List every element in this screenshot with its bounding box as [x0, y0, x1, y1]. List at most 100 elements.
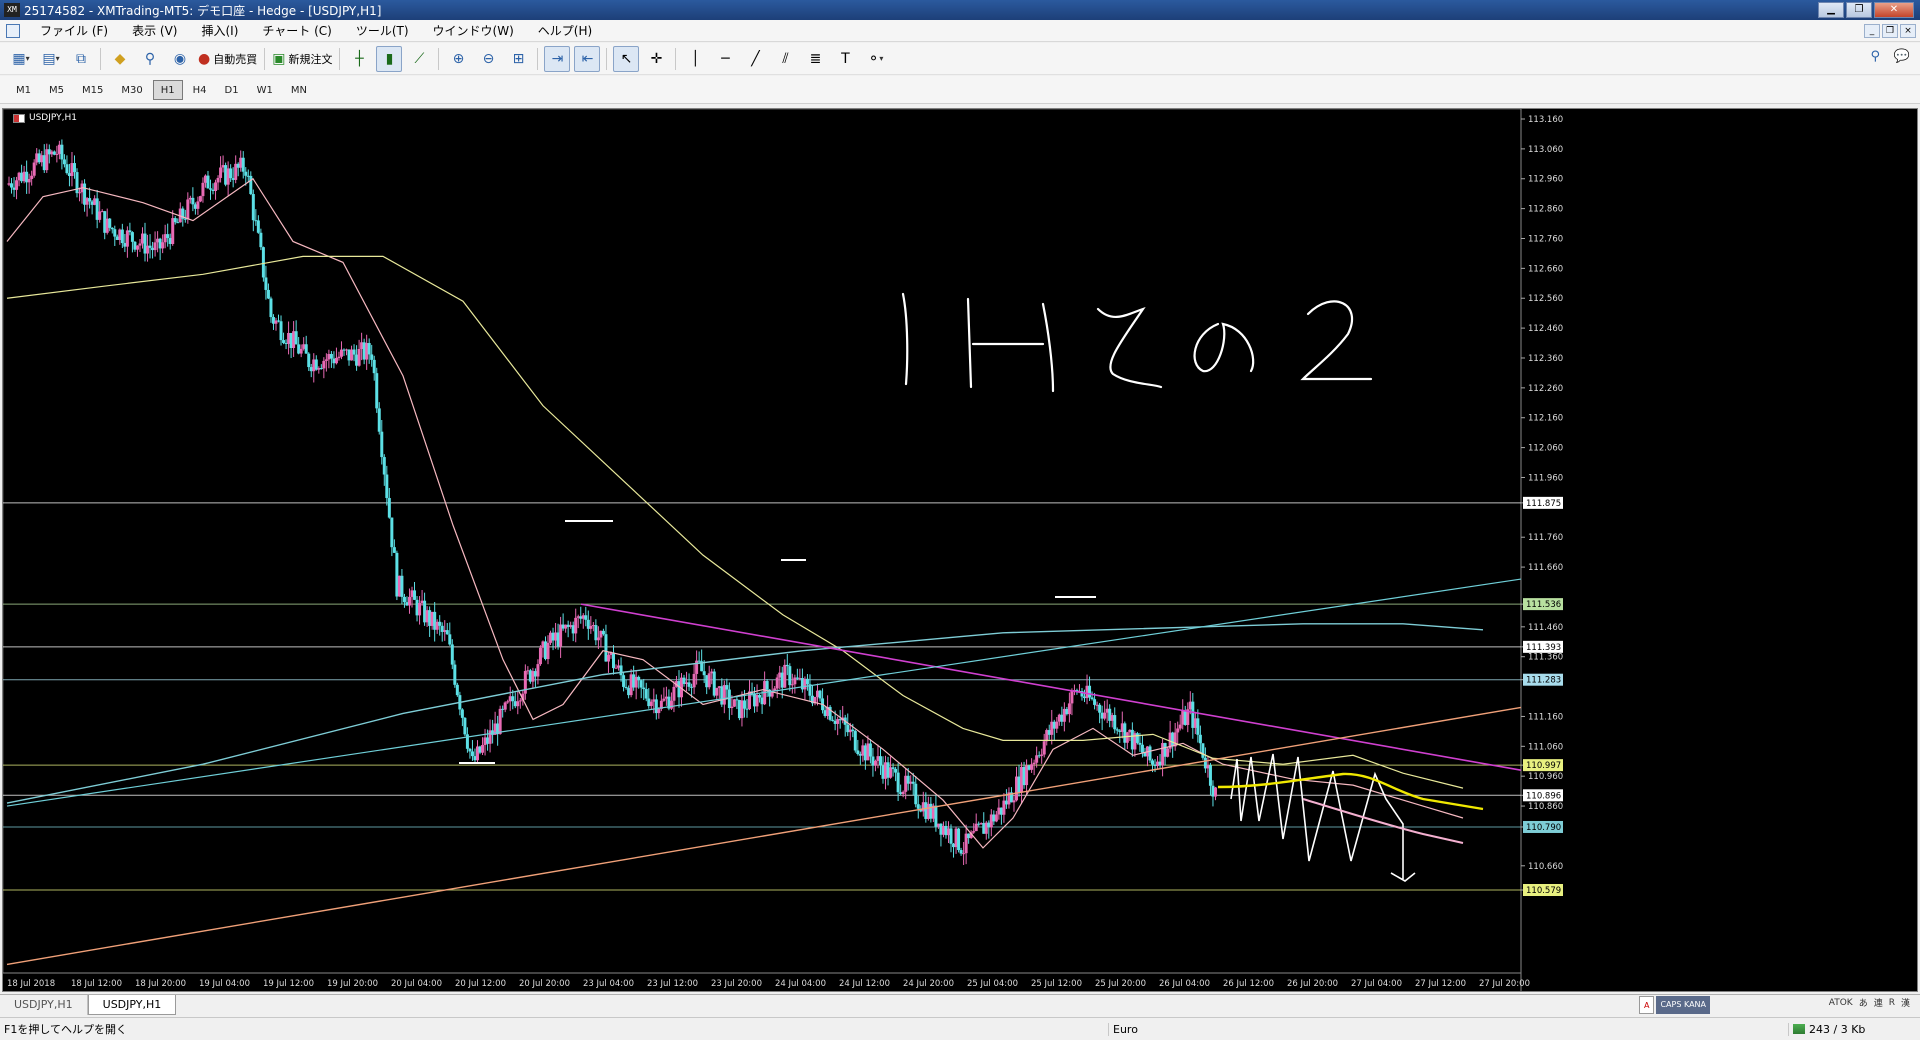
- candle-body: [873, 760, 877, 766]
- candle-body: [266, 289, 270, 299]
- search-icon[interactable]: ⚲: [1870, 49, 1880, 64]
- menu-insert[interactable]: 挿入(I): [189, 22, 250, 39]
- tf-m15[interactable]: M15: [74, 80, 111, 100]
- text-button[interactable]: T: [832, 46, 858, 72]
- candle-body: [962, 853, 966, 855]
- candle-body: [783, 664, 787, 688]
- ime-conversion[interactable]: 連: [1874, 996, 1883, 1009]
- signals-button[interactable]: ◉: [167, 46, 193, 72]
- candle-body: [506, 701, 510, 703]
- crosshair-button[interactable]: ✛: [643, 46, 669, 72]
- tf-m5[interactable]: M5: [41, 80, 72, 100]
- mdi-minimize-button[interactable]: _: [1864, 24, 1880, 38]
- price-chart[interactable]: 113.160 113.060 112.960 112.860 112.760 112.6…: [3, 109, 1917, 991]
- chat-icon[interactable]: 💬: [1894, 49, 1910, 64]
- title-bar: XM 25174582 - XMTrading-MT5: デモ口座 - Hedg…: [0, 0, 1920, 20]
- chart-tab-2[interactable]: USDJPY,H1: [87, 995, 177, 1015]
- price-tick-label: 110.660: [1528, 862, 1563, 872]
- tf-w1[interactable]: W1: [249, 80, 281, 100]
- menu-chart[interactable]: チャート (C): [250, 22, 343, 39]
- shapes-button[interactable]: ⚬ ▾: [862, 46, 888, 72]
- chart-window[interactable]: 113.160 113.060 112.960 112.860 112.760 112.6…: [2, 108, 1918, 992]
- menu-tools[interactable]: ツール(T): [344, 22, 421, 39]
- candle-body: [994, 814, 998, 822]
- tf-m1[interactable]: M1: [8, 80, 39, 100]
- candle-body: [1178, 724, 1182, 729]
- candle-body: [1055, 721, 1059, 729]
- bar-chart-button[interactable]: ┼: [346, 46, 372, 72]
- ime-mode[interactable]: あ: [1859, 996, 1868, 1009]
- candle-body: [294, 331, 298, 345]
- chart-tab-1[interactable]: USDJPY,H1: [0, 995, 88, 1015]
- minimize-button[interactable]: ▁: [1818, 2, 1844, 18]
- candle-body: [445, 630, 449, 635]
- ime-atok[interactable]: ATOK: [1829, 998, 1853, 1008]
- tf-m30[interactable]: M30: [113, 80, 150, 100]
- tile-windows-button[interactable]: ⊞: [505, 46, 531, 72]
- ime-status-icon[interactable]: CAPS KANA: [1656, 996, 1710, 1014]
- candle-body: [503, 702, 507, 710]
- zoom-in-button[interactable]: ⊕: [445, 46, 471, 72]
- candle-body: [818, 690, 822, 699]
- horizontal-line-button[interactable]: ─: [712, 46, 738, 72]
- candle-body: [125, 230, 129, 247]
- new-order-button[interactable]: ▣ 新規注文: [271, 46, 333, 72]
- candle-body: [463, 717, 467, 735]
- ime-kanji[interactable]: 漢: [1901, 996, 1910, 1009]
- document-icon[interactable]: [6, 23, 20, 38]
- menu-window[interactable]: ウインドウ(W): [421, 22, 526, 39]
- vertical-line-button[interactable]: │: [682, 46, 708, 72]
- candle-body: [153, 242, 157, 251]
- ime-a-icon[interactable]: A: [1638, 996, 1655, 1014]
- cursor-button[interactable]: ↖: [613, 45, 640, 72]
- close-button[interactable]: ✕: [1874, 2, 1914, 18]
- candle-body: [128, 230, 132, 233]
- templates-button[interactable]: ⧉: [68, 46, 94, 72]
- candle-body: [470, 751, 474, 757]
- menu-view[interactable]: 表示 (V): [120, 22, 189, 39]
- tf-h1[interactable]: H1: [152, 79, 183, 100]
- candle-body: [619, 665, 623, 676]
- candle-body: [377, 408, 381, 432]
- navigator-button[interactable]: ⚲: [137, 46, 163, 72]
- equidistant-channel-button[interactable]: ⫽: [772, 46, 798, 72]
- candle-body: [805, 678, 809, 685]
- tf-h4[interactable]: H4: [185, 80, 215, 100]
- market-watch-button[interactable]: ◆: [107, 46, 133, 72]
- candle-body: [402, 596, 406, 603]
- help-hint: F1を押してヘルプを開く: [4, 1023, 127, 1036]
- auto-trading-button[interactable]: ● 自動売買: [197, 46, 258, 72]
- candle-body: [896, 772, 900, 793]
- candle-body: [186, 199, 190, 220]
- new-chart-button[interactable]: ▦ ▾: [8, 46, 34, 72]
- candle-body: [914, 783, 918, 805]
- connection-icon: [1793, 1024, 1805, 1034]
- candle-body: [418, 603, 422, 616]
- tf-mn[interactable]: MN: [283, 80, 315, 100]
- trendline-button[interactable]: ╱: [742, 46, 768, 72]
- candle-body: [642, 687, 646, 690]
- candlestick-button[interactable]: ▮: [376, 45, 403, 72]
- connection-status: 243 / 3 Kb: [1788, 1022, 1865, 1036]
- chart-shift-button[interactable]: ⇤: [574, 45, 601, 72]
- fibonacci-button[interactable]: ≣: [802, 46, 828, 72]
- mdi-restore-button[interactable]: ❐: [1882, 24, 1898, 38]
- ime-r[interactable]: R: [1889, 998, 1895, 1008]
- candle-body: [707, 673, 711, 688]
- candlestick-icon: ▮: [385, 50, 394, 67]
- autoscroll-button[interactable]: ⇥: [544, 45, 571, 72]
- menu-help[interactable]: ヘルプ(H): [526, 22, 604, 39]
- menu-file[interactable]: ファイル (F): [28, 22, 120, 39]
- zoom-out-button[interactable]: ⊖: [475, 46, 501, 72]
- candle-body: [1173, 732, 1177, 747]
- candle-body: [831, 719, 835, 721]
- candle-body: [304, 344, 308, 354]
- toolbar: ▦ ▾ ▤ ▾ ⧉ ◆ ⚲ ◉ ● 自動売買 ▣ 新規注文 ┼ ▮ ⟋ ⊕ ⊖ ⊞ ⇥ …: [0, 43, 1920, 75]
- maximize-button[interactable]: ❐: [1846, 2, 1872, 18]
- candle-body: [307, 353, 311, 368]
- price-tick-label: 111.360: [1528, 653, 1563, 663]
- tf-d1[interactable]: D1: [217, 80, 247, 100]
- mdi-close-button[interactable]: ×: [1900, 24, 1916, 38]
- line-chart-button[interactable]: ⟋: [406, 46, 432, 72]
- profiles-button[interactable]: ▤ ▾: [38, 46, 64, 72]
